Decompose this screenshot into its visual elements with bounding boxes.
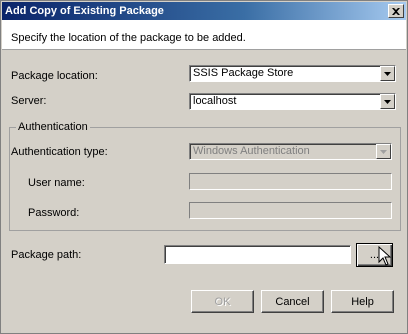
dialog-window: Add Copy of Existing Package Specify the… xyxy=(0,0,408,334)
authentication-type-label: Authentication type: xyxy=(11,146,108,158)
dialog-description: Specify the location of the package to b… xyxy=(11,32,246,44)
help-button-label: Help xyxy=(351,295,374,308)
cancel-button[interactable]: Cancel xyxy=(261,290,324,313)
authentication-type-dropdown[interactable]: Windows Authentication xyxy=(189,143,392,160)
ok-button[interactable]: OK xyxy=(191,290,254,313)
close-button[interactable] xyxy=(388,4,404,18)
cancel-button-label: Cancel xyxy=(275,295,310,308)
package-location-dropdown[interactable]: SSIS Package Store xyxy=(189,65,396,82)
server-value: localhost xyxy=(193,95,237,107)
chevron-down-icon xyxy=(380,149,387,154)
authentication-type-dropdown-button[interactable] xyxy=(376,144,391,159)
package-location-value: SSIS Package Store xyxy=(193,67,294,79)
help-button[interactable]: Help xyxy=(331,290,394,313)
server-dropdown-button[interactable] xyxy=(380,94,395,109)
username-field[interactable] xyxy=(189,173,392,190)
password-label: Password: xyxy=(28,207,80,219)
password-field[interactable] xyxy=(189,202,392,219)
ok-button-label: OK xyxy=(214,295,231,308)
authentication-type-value: Windows Authentication xyxy=(193,145,310,157)
title-bar[interactable]: Add Copy of Existing Package xyxy=(2,2,406,20)
server-dropdown[interactable]: localhost xyxy=(189,93,396,110)
mouse-cursor-icon xyxy=(378,246,392,266)
server-label: Server: xyxy=(11,95,47,107)
chevron-down-icon xyxy=(384,99,391,104)
package-location-label: Package location: xyxy=(11,70,98,82)
header-band: Specify the location of the package to b… xyxy=(2,20,406,50)
package-location-dropdown-button[interactable] xyxy=(380,66,395,81)
chevron-down-icon xyxy=(384,71,391,76)
package-path-label: Package path: xyxy=(11,249,82,261)
authentication-group-label: Authentication xyxy=(16,121,90,133)
username-label: User name: xyxy=(28,177,85,189)
package-path-input[interactable] xyxy=(164,245,351,264)
close-icon xyxy=(392,7,400,15)
window-title: Add Copy of Existing Package xyxy=(5,5,164,17)
